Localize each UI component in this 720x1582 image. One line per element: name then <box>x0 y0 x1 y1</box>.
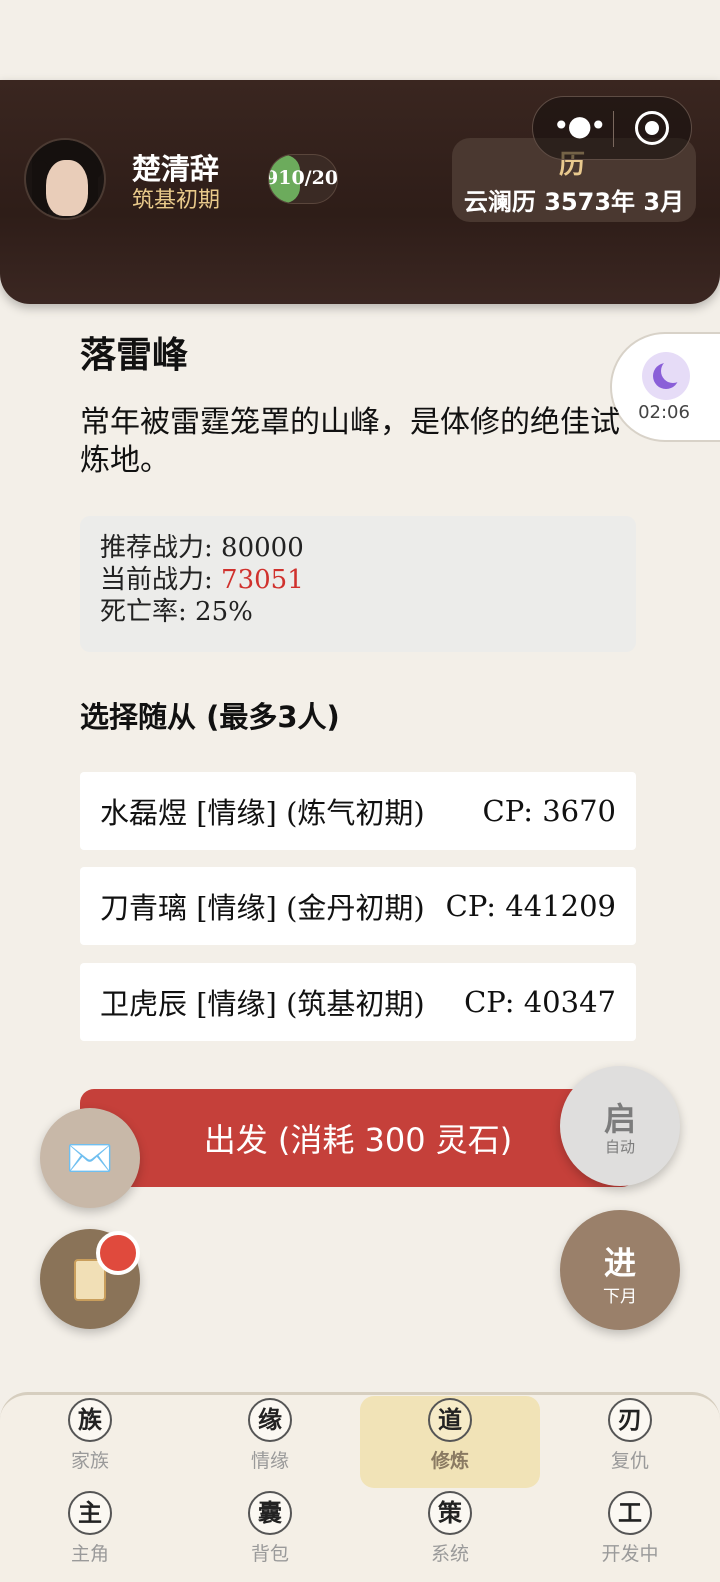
family-icon: 族 <box>68 1398 112 1442</box>
combat-stats-panel: 推荐战力: 80000 当前战力: 73051 死亡率: 25% <box>80 516 636 652</box>
more-dots-icon[interactable]: •●• <box>553 112 606 143</box>
notification-badge <box>96 1231 140 1275</box>
follower-cp: CP: 3670 <box>482 794 616 828</box>
follower-option[interactable]: 水磊煜 [情缘] (炼气初期) CP: 3670 <box>80 772 636 850</box>
record-target-icon[interactable] <box>635 111 669 145</box>
nav-item-cultivation[interactable]: 道 修炼 <box>390 1398 510 1478</box>
backpack-icon: 囊 <box>248 1491 292 1535</box>
next-month-glyph: 进 <box>603 1244 636 1282</box>
nav-item-revenge[interactable]: 刃 复仇 <box>570 1398 690 1478</box>
location-title: 落雷峰 <box>80 335 189 376</box>
follower-option[interactable]: 卫虎辰 [情缘] (筑基初期) CP: 40347 <box>80 963 636 1041</box>
mail-button[interactable]: ✉️ <box>40 1108 140 1208</box>
auto-button[interactable]: 启 自动 <box>560 1066 680 1186</box>
exp-progress-text: 910/2000 <box>268 167 338 189</box>
protagonist-icon: 主 <box>68 1491 112 1535</box>
current-power: 当前战力: 73051 <box>100 565 304 595</box>
nav-item-backpack[interactable]: 囊 背包 <box>210 1491 330 1571</box>
nav-item-family[interactable]: 族 家族 <box>30 1398 150 1478</box>
cultivation-icon: 道 <box>428 1398 472 1442</box>
nav-item-romance[interactable]: 缘 情缘 <box>210 1398 330 1478</box>
capsule-divider <box>613 111 614 147</box>
mini-program-capsule: •●• <box>532 96 692 160</box>
character-realm: 筑基初期 <box>132 188 221 213</box>
system-icon: 策 <box>428 1491 472 1535</box>
revenge-icon: 刃 <box>608 1398 652 1442</box>
romance-icon: 缘 <box>248 1398 292 1442</box>
player-avatar[interactable] <box>24 138 106 220</box>
follower-option[interactable]: 刀青璃 [情缘] (金丹初期) CP: 441209 <box>80 867 636 945</box>
location-description: 常年被雷霆笼罩的山峰，是体修的绝佳试炼地。 <box>80 405 620 478</box>
follower-cp: CP: 441209 <box>445 889 616 923</box>
nav-label: 开发中 <box>601 1543 659 1565</box>
nav-label: 系统 <box>430 1543 469 1565</box>
exp-progress-bar: 910/2000 <box>268 154 338 204</box>
follower-label: 水磊煜 [情缘] (炼气初期) <box>100 796 425 830</box>
nav-label: 情缘 <box>250 1450 289 1472</box>
moon-icon <box>642 352 690 400</box>
nav-item-dev[interactable]: 工 开发中 <box>570 1491 690 1571</box>
depart-button[interactable]: 出发 (消耗 300 灵石) <box>80 1089 636 1187</box>
mail-icon: ✉️ <box>66 1136 114 1180</box>
recommended-power: 推荐战力: 80000 <box>100 533 304 563</box>
auto-button-glyph: 启 <box>603 1100 636 1138</box>
nav-label: 主角 <box>70 1543 109 1565</box>
death-rate: 死亡率: 25% <box>100 597 253 627</box>
follower-cp: CP: 40347 <box>464 985 616 1019</box>
dev-icon: 工 <box>608 1491 652 1535</box>
nav-label: 背包 <box>250 1543 289 1565</box>
nav-label: 复仇 <box>610 1450 649 1472</box>
nav-item-system[interactable]: 策 系统 <box>390 1491 510 1571</box>
calendar-date-text: 云澜历 3573年 3月 <box>463 188 685 216</box>
nav-label: 修炼 <box>430 1450 469 1472</box>
next-month-label: 下月 <box>603 1287 637 1307</box>
follower-label: 刀青璃 [情缘] (金丹初期) <box>100 891 425 925</box>
followers-section-title: 选择随从 (最多3人) <box>80 700 340 734</box>
auto-button-label: 自动 <box>604 1138 635 1156</box>
next-month-button[interactable]: 进 下月 <box>560 1210 680 1330</box>
nav-item-protagonist[interactable]: 主 主角 <box>30 1491 150 1571</box>
nav-label: 家族 <box>70 1450 109 1472</box>
follower-label: 卫虎辰 [情缘] (筑基初期) <box>100 987 425 1021</box>
